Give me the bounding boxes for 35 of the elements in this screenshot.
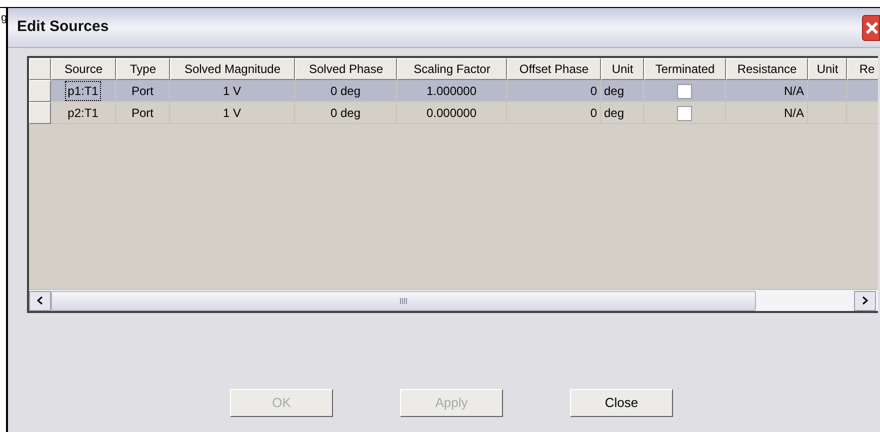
window-title: Edit Sources [17,17,109,38]
table-cell: Port [116,102,170,124]
row-header[interactable] [29,102,51,124]
terminated-checkbox[interactable] [677,84,692,98]
corner-header [29,58,51,80]
table-cell: 0 deg [295,102,397,124]
horizontal-scrollbar[interactable] [29,289,878,311]
terminated-checkbox[interactable] [677,106,692,120]
column-header[interactable]: Offset Phase [507,58,601,80]
grip-icon [400,298,407,304]
close-icon [865,20,879,34]
row-header[interactable] [29,80,51,102]
table-row[interactable]: p2:T1 Port 1 V 0 deg 0.000000 0 deg N/A [29,102,878,124]
column-header[interactable]: Re [847,58,878,80]
scroll-right-button[interactable] [854,290,876,310]
table-cell: 1 V [170,102,295,124]
table-row[interactable]: p1:T1 Port 1 V 0 deg 1.000000 0 deg N/A [29,80,878,102]
dialog-button[interactable]: Close [570,389,673,417]
column-header[interactable]: Type [116,58,170,80]
column-header[interactable]: Unit [808,58,847,80]
column-header[interactable]: Scaling Factor [397,58,507,80]
table-cell: p2:T1 [51,102,116,124]
scrollbar-thumb[interactable] [51,290,756,310]
column-header[interactable]: Solved Magnitude [170,58,295,80]
table-cell: N/A [726,102,808,124]
column-header[interactable]: Resistance [726,58,808,80]
column-header[interactable]: Source [51,58,116,80]
table-cell: 0.000000 [397,102,507,124]
column-header[interactable]: Terminated [644,58,726,80]
table-cell: 0 [507,102,601,124]
table-cell: deg [601,102,644,124]
column-header[interactable]: Solved Phase [295,58,397,80]
column-header[interactable]: Unit [601,58,644,80]
close-button[interactable] [862,14,880,40]
scroll-left-button[interactable] [29,290,51,310]
